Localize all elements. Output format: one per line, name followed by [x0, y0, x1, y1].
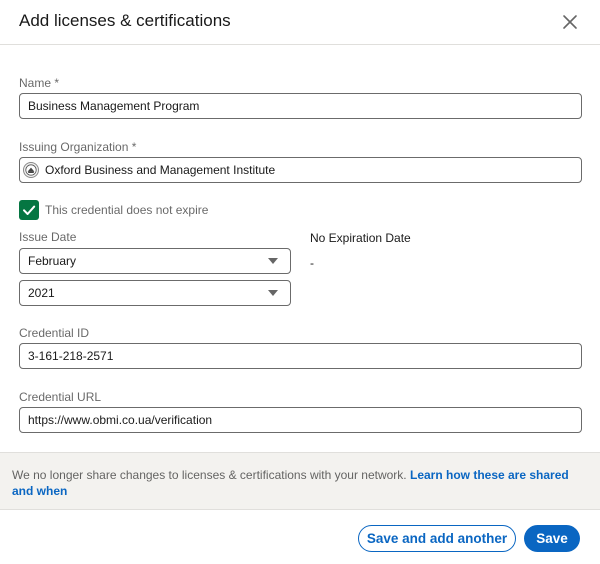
- no-expire-label: This credential does not expire: [45, 203, 209, 217]
- organization-logo-icon: [23, 162, 39, 178]
- credential-url-label: Credential URL: [19, 390, 102, 404]
- expiration-value: -: [310, 256, 314, 270]
- issue-year-value: 2021: [28, 286, 55, 300]
- close-icon[interactable]: [558, 10, 582, 34]
- chevron-down-icon: [268, 258, 278, 264]
- credential-id-input[interactable]: 3-161-218-2571: [19, 343, 582, 369]
- credential-url-input[interactable]: https://www.obmi.co.ua/verification: [19, 407, 582, 433]
- checkmark-icon: [23, 205, 36, 215]
- save-and-add-another-button[interactable]: Save and add another: [358, 525, 516, 552]
- no-expire-checkbox[interactable]: [19, 200, 39, 220]
- expiration-label: No Expiration Date: [310, 231, 411, 245]
- notice-text: We no longer share changes to licenses &…: [12, 468, 410, 482]
- issuing-org-value: Oxford Business and Management Institute: [45, 163, 276, 177]
- issuing-org-label: Issuing Organization *: [19, 140, 137, 154]
- dialog-header: Add licenses & certifications: [0, 0, 600, 45]
- issue-date-label: Issue Date: [19, 230, 77, 244]
- chevron-down-icon: [268, 290, 278, 296]
- name-input[interactable]: Business Management Program: [19, 93, 582, 119]
- credential-id-label: Credential ID: [19, 326, 90, 340]
- save-button[interactable]: Save: [524, 525, 580, 552]
- sharing-notice: We no longer share changes to licenses &…: [0, 452, 600, 510]
- issue-year-select[interactable]: 2021: [19, 280, 291, 306]
- dialog-title: Add licenses & certifications: [19, 11, 231, 30]
- issue-month-select[interactable]: February: [19, 248, 291, 274]
- issue-month-value: February: [28, 254, 77, 268]
- issuing-org-input[interactable]: Oxford Business and Management Institute: [19, 157, 582, 183]
- name-label: Name *: [19, 76, 60, 90]
